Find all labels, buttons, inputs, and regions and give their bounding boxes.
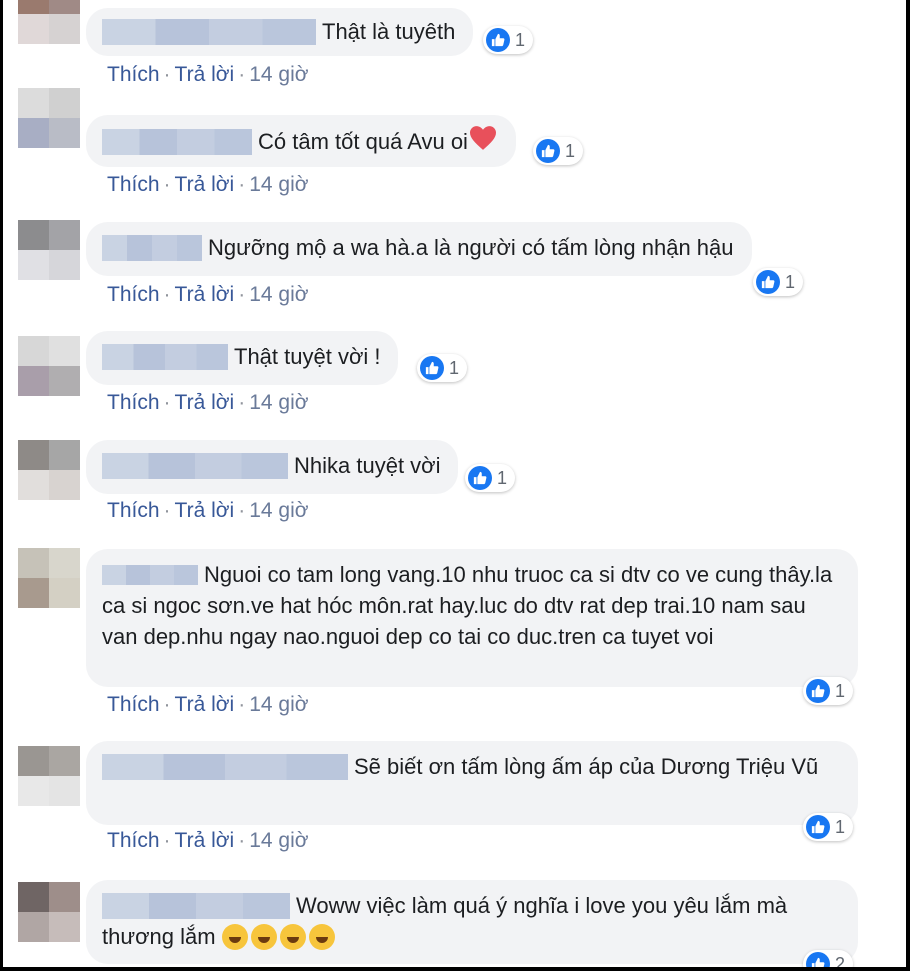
avatar[interactable] <box>18 882 80 942</box>
comment-bubble: Nhika tuyệt vời <box>86 440 459 494</box>
comment-text: Thật là tuyêth <box>322 19 456 45</box>
like-link[interactable]: Thích <box>107 283 160 306</box>
comment-actions: Thích · Trả lời · 14 giờ <box>107 693 309 716</box>
author-name[interactable] <box>102 754 348 781</box>
reply-link[interactable]: Trả lời <box>175 63 235 86</box>
timestamp[interactable]: 14 giờ <box>249 391 308 414</box>
reply-link[interactable]: Trả lời <box>175 499 235 522</box>
avatar[interactable] <box>18 88 80 148</box>
avatar[interactable] <box>18 548 80 608</box>
comment-text: Sẽ biết ơn tấm lòng ấm áp của Dương Triệ… <box>354 754 819 780</box>
timestamp[interactable]: 14 giờ <box>249 173 308 196</box>
reply-link[interactable]: Trả lời <box>175 829 235 852</box>
avatar[interactable] <box>18 220 80 280</box>
reaction-count[interactable]: 1 <box>803 813 854 841</box>
like-icon <box>486 28 510 52</box>
reaction-count[interactable]: 1 <box>417 354 468 382</box>
rofl-emoji-icon <box>308 924 335 951</box>
like-link[interactable]: Thích <box>107 63 160 86</box>
reaction-count[interactable]: 1 <box>465 464 516 492</box>
timestamp[interactable]: 14 giờ <box>249 63 308 86</box>
author-name[interactable] <box>102 893 290 920</box>
author-name[interactable] <box>102 235 202 262</box>
like-icon <box>756 270 780 294</box>
comment-actions: Thích · Trả lời · 14 giờ <box>107 829 309 852</box>
comment-text: Thật tuyệt vời ! <box>234 344 381 370</box>
avatar[interactable] <box>18 0 80 44</box>
like-icon <box>806 815 830 839</box>
reply-link[interactable]: Trả lời <box>175 173 235 196</box>
reaction-count[interactable]: 1 <box>753 268 804 296</box>
comment-bubble: Thật là tuyêth <box>86 8 474 56</box>
reaction-count[interactable]: 2 <box>803 950 854 967</box>
comment-bubble: Sẽ biết ơn tấm lòng ấm áp của Dương Triệ… <box>86 741 858 825</box>
like-icon <box>468 466 492 490</box>
reply-link[interactable]: Trả lời <box>175 693 235 716</box>
reaction-count[interactable]: 1 <box>533 137 584 165</box>
like-link[interactable]: Thích <box>107 499 160 522</box>
author-name[interactable] <box>102 453 288 480</box>
rofl-emoji-icon <box>221 924 248 951</box>
rofl-emoji-icon <box>250 924 277 951</box>
author-name[interactable] <box>102 344 228 371</box>
comment-actions: Thích · Trả lời · 14 giờ <box>107 283 309 306</box>
like-icon <box>536 139 560 163</box>
timestamp[interactable]: 14 giờ <box>249 499 308 522</box>
comment-actions: Thích · Trả lời · 14 giờ <box>107 499 309 522</box>
reaction-count[interactable]: 1 <box>483 26 534 54</box>
comment-text: Nhika tuyệt vời <box>294 453 441 479</box>
comment-text: Ngưỡng mộ a wa hà.a là người có tấm lòng… <box>208 235 734 261</box>
avatar[interactable] <box>18 440 80 500</box>
timestamp[interactable]: 14 giờ <box>249 283 308 306</box>
like-icon <box>806 952 830 967</box>
author-name[interactable] <box>102 19 316 46</box>
comment-bubble: Ngưỡng mộ a wa hà.a là người có tấm lòng… <box>86 222 752 276</box>
timestamp[interactable]: 14 giờ <box>249 829 308 852</box>
reply-link[interactable]: Trả lời <box>175 283 235 306</box>
like-link[interactable]: Thích <box>107 693 160 716</box>
like-icon <box>806 679 830 703</box>
like-link[interactable]: Thích <box>107 829 160 852</box>
rofl-emoji-icon <box>279 924 306 951</box>
like-link[interactable]: Thích <box>107 173 160 196</box>
avatar[interactable] <box>18 746 80 806</box>
comment-thread: Thật là tuyêth 1 Thích · Trả lời · 14 giờ Có… <box>3 0 906 967</box>
reaction-count[interactable]: 1 <box>803 677 854 705</box>
comment-actions: Thích · Trả lời · 14 giờ <box>107 63 309 86</box>
avatar[interactable] <box>18 336 80 396</box>
comment-actions: Thích · Trả lời · 14 giờ <box>107 173 309 196</box>
like-link[interactable]: Thích <box>107 391 160 414</box>
comment-text: Nguoi co tam long vang.10 nhu truoc ca s… <box>102 562 833 650</box>
reply-link[interactable]: Trả lời <box>175 391 235 414</box>
comment-actions: Thích · Trả lời · 14 giờ <box>107 391 309 414</box>
heart-icon <box>468 125 498 159</box>
author-name[interactable] <box>102 565 198 586</box>
comment-text: Có tâm tốt quá Avu oi <box>258 129 468 154</box>
comment-bubble: Có tâm tốt quá Avu oi <box>86 115 516 167</box>
like-icon <box>420 356 444 380</box>
comment-bubble: Nguoi co tam long vang.10 nhu truoc ca s… <box>86 549 858 687</box>
comment-bubble: Woww việc làm quá ý nghĩa i love you yêu… <box>86 880 858 964</box>
timestamp[interactable]: 14 giờ <box>249 693 308 716</box>
author-name[interactable] <box>102 129 252 155</box>
comment-bubble: Thật tuyệt vời ! <box>86 331 399 385</box>
